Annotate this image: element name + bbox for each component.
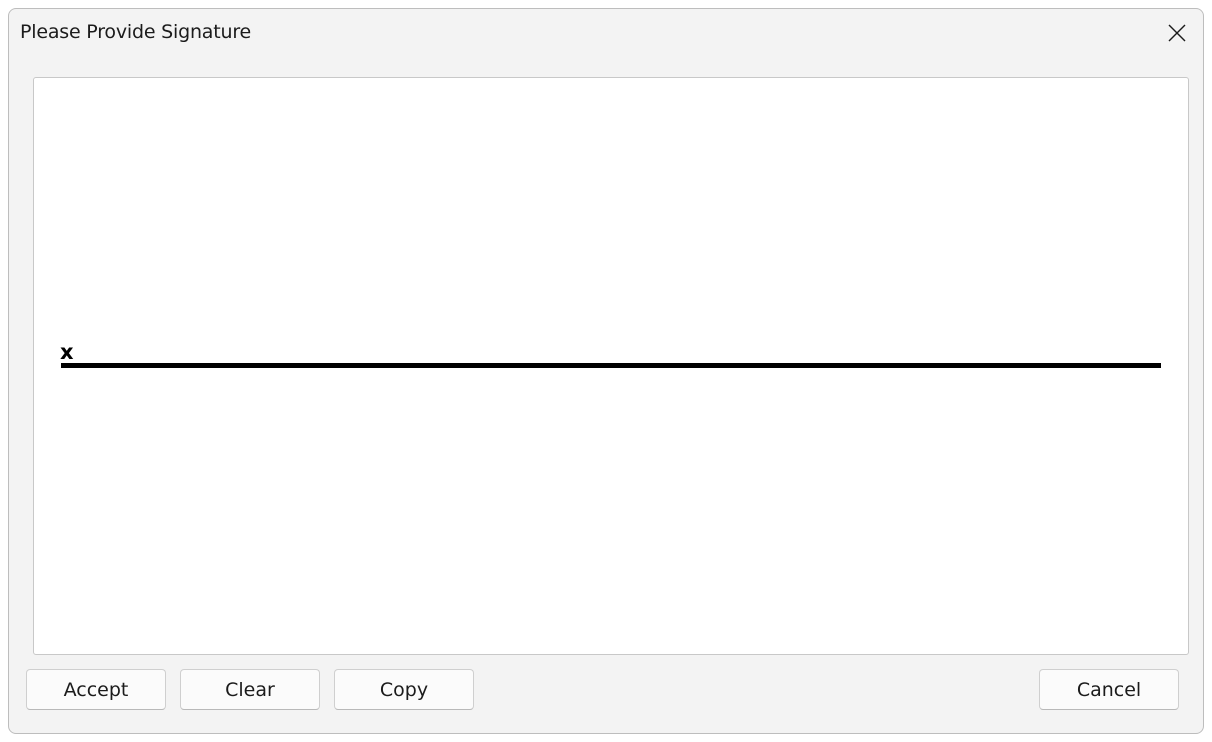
signature-marker: x <box>60 340 74 364</box>
cancel-button[interactable]: Cancel <box>1039 669 1179 710</box>
copy-button[interactable]: Copy <box>334 669 474 710</box>
signature-dialog: Please Provide Signature x <box>8 8 1204 734</box>
dialog-title: Please Provide Signature <box>20 21 252 43</box>
accept-button[interactable]: Accept <box>26 669 166 710</box>
close-icon <box>1168 24 1186 42</box>
title-bar: Please Provide Signature <box>9 9 1203 63</box>
signature-line <box>61 363 1161 368</box>
close-button[interactable] <box>1157 15 1197 51</box>
clear-button[interactable]: Clear <box>180 669 320 710</box>
signature-canvas[interactable]: x <box>33 77 1189 655</box>
